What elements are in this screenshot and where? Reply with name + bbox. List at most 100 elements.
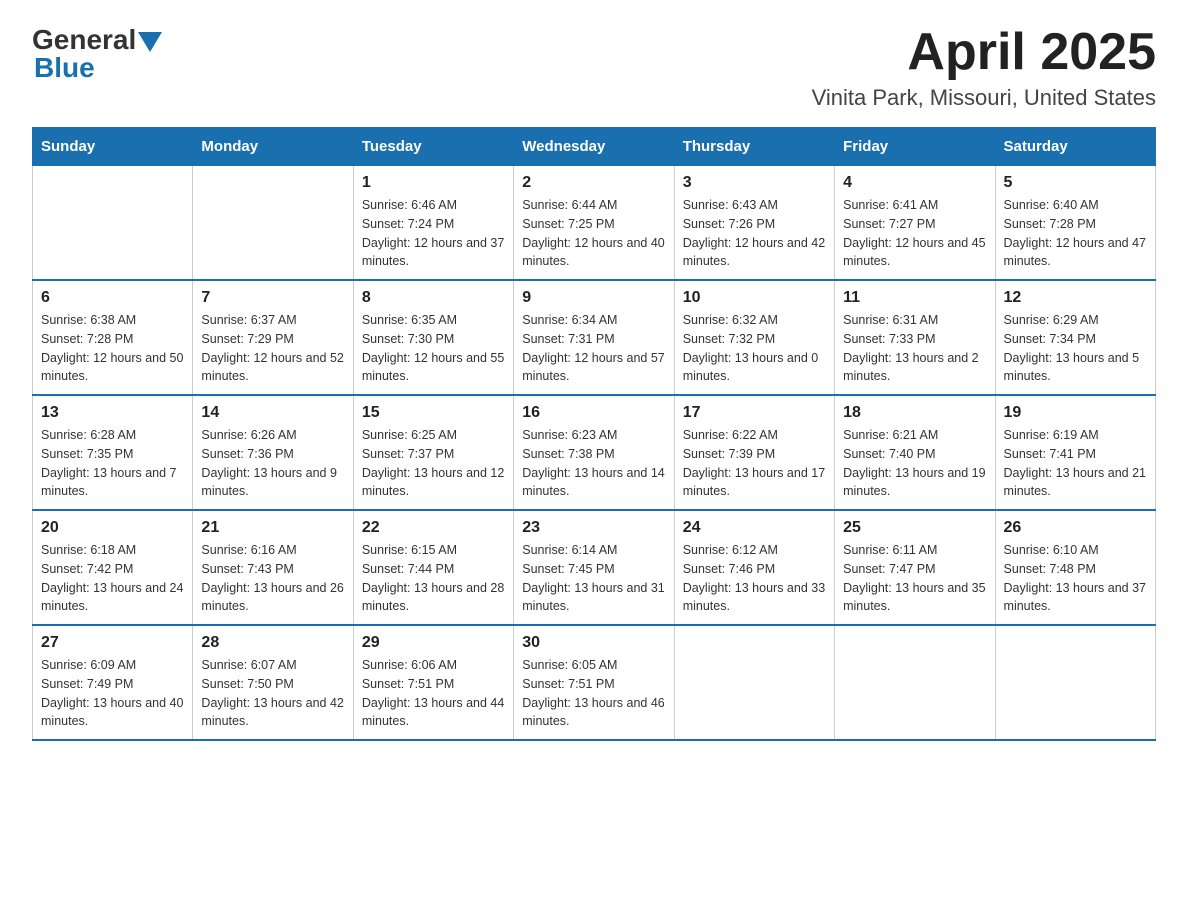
calendar-day-cell: 4Sunrise: 6:41 AMSunset: 7:27 PMDaylight… [835, 166, 995, 281]
calendar-dow-header: Thursday [674, 128, 834, 166]
day-number: 10 [683, 289, 826, 307]
logo-triangle-icon [138, 32, 162, 52]
calendar-dow-header: Saturday [995, 128, 1155, 166]
sunrise-text: Sunrise: 6:21 AM [843, 426, 986, 445]
sunset-text: Sunset: 7:43 PM [201, 560, 344, 579]
calendar-week-row: 13Sunrise: 6:28 AMSunset: 7:35 PMDayligh… [33, 395, 1156, 510]
sunset-text: Sunset: 7:42 PM [41, 560, 184, 579]
calendar-week-row: 27Sunrise: 6:09 AMSunset: 7:49 PMDayligh… [33, 625, 1156, 740]
sunrise-text: Sunrise: 6:16 AM [201, 541, 344, 560]
calendar-day-cell: 20 Sunrise: 6:18 AMSunset: 7:42 PMDayligh… [33, 510, 193, 625]
sunrise-text: Sunrise: 6:23 AM [522, 426, 665, 445]
sunset-text: Sunset: 7:36 PM [201, 445, 344, 464]
day-number: 11 [843, 289, 986, 307]
calendar-table: SundayMondayTuesdayWednesdayThursdayFrid… [32, 127, 1156, 741]
calendar-day-cell: 29Sunrise: 6:06 AMSunset: 7:51 PMDayligh… [353, 625, 513, 740]
calendar-week-row: 6Sunrise: 6:38 AMSunset: 7:28 PMDaylight… [33, 280, 1156, 395]
daylight-text: Daylight: 13 hours and 7 minutes. [41, 464, 184, 502]
daylight-text: Daylight: 12 hours and 45 minutes. [843, 234, 986, 272]
sunset-text: Sunset: 7:41 PM [1004, 445, 1147, 464]
calendar-day-cell [835, 625, 995, 740]
daylight-text: Daylight: 13 hours and 28 minutes. [362, 579, 505, 617]
sunrise-text: Sunrise: 6:07 AM [201, 656, 344, 675]
daylight-text: Daylight: 13 hours and 2 minutes. [843, 349, 986, 387]
sunrise-text: Sunrise: 6:28 AM [41, 426, 184, 445]
title-block: April 2025 Vinita Park, Missouri, United… [812, 24, 1156, 111]
sunset-text: Sunset: 7:38 PM [522, 445, 665, 464]
calendar-day-cell: 17Sunrise: 6:22 AMSunset: 7:39 PMDayligh… [674, 395, 834, 510]
calendar-day-cell: 3 Sunrise: 6:43 AMSunset: 7:26 PMDaylight… [674, 166, 834, 281]
sunset-text: Sunset: 7:30 PM [362, 330, 505, 349]
calendar-day-cell [995, 625, 1155, 740]
sunrise-text: Sunrise: 6:18 AM [41, 541, 184, 560]
day-info: Sunrise: 6:18 AMSunset: 7:42 PMDaylight:… [41, 541, 184, 616]
day-info: Sunrise: 6:38 AMSunset: 7:28 PMDaylight:… [41, 311, 184, 386]
sunrise-text: Sunrise: 6:05 AM [522, 656, 665, 675]
sunrise-text: Sunrise: 6:12 AM [683, 541, 826, 560]
calendar-day-cell: 26Sunrise: 6:10 AMSunset: 7:48 PMDayligh… [995, 510, 1155, 625]
sunset-text: Sunset: 7:40 PM [843, 445, 986, 464]
sunrise-text: Sunrise: 6:43 AM [683, 196, 826, 215]
daylight-text: Daylight: 13 hours and 46 minutes. [522, 694, 665, 732]
calendar-header-row: SundayMondayTuesdayWednesdayThursdayFrid… [33, 128, 1156, 166]
day-number: 21 [201, 519, 344, 537]
day-number: 3 [683, 174, 826, 192]
sunrise-text: Sunrise: 6:32 AM [683, 311, 826, 330]
calendar-dow-header: Monday [193, 128, 353, 166]
day-info: Sunrise: 6:32 AMSunset: 7:32 PMDaylight:… [683, 311, 826, 386]
day-info: Sunrise: 6:43 AMSunset: 7:26 PMDaylight:… [683, 196, 826, 271]
day-number: 7 [201, 289, 344, 307]
daylight-text: Daylight: 12 hours and 37 minutes. [362, 234, 505, 272]
daylight-text: Daylight: 13 hours and 17 minutes. [683, 464, 826, 502]
day-number: 20 [41, 519, 184, 537]
calendar-day-cell: 18Sunrise: 6:21 AMSunset: 7:40 PMDayligh… [835, 395, 995, 510]
day-number: 12 [1004, 289, 1147, 307]
sunrise-text: Sunrise: 6:22 AM [683, 426, 826, 445]
calendar-day-cell: 11Sunrise: 6:31 AMSunset: 7:33 PMDayligh… [835, 280, 995, 395]
day-number: 19 [1004, 404, 1147, 422]
day-info: Sunrise: 6:06 AMSunset: 7:51 PMDaylight:… [362, 656, 505, 731]
day-info: Sunrise: 6:46 AMSunset: 7:24 PMDaylight:… [362, 196, 505, 271]
daylight-text: Daylight: 13 hours and 44 minutes. [362, 694, 505, 732]
daylight-text: Daylight: 13 hours and 42 minutes. [201, 694, 344, 732]
sunset-text: Sunset: 7:51 PM [362, 675, 505, 694]
daylight-text: Daylight: 13 hours and 5 minutes. [1004, 349, 1147, 387]
day-info: Sunrise: 6:34 AMSunset: 7:31 PMDaylight:… [522, 311, 665, 386]
daylight-text: Daylight: 13 hours and 40 minutes. [41, 694, 184, 732]
sunset-text: Sunset: 7:27 PM [843, 215, 986, 234]
day-number: 17 [683, 404, 826, 422]
sunset-text: Sunset: 7:47 PM [843, 560, 986, 579]
calendar-day-cell: 2Sunrise: 6:44 AMSunset: 7:25 PMDaylight… [514, 166, 674, 281]
calendar-week-row: 1 Sunrise: 6:46 AMSunset: 7:24 PMDaylight… [33, 166, 1156, 281]
calendar-day-cell: 5Sunrise: 6:40 AMSunset: 7:28 PMDaylight… [995, 166, 1155, 281]
sunset-text: Sunset: 7:49 PM [41, 675, 184, 694]
logo: General Blue [32, 24, 162, 84]
sunrise-text: Sunrise: 6:46 AM [362, 196, 505, 215]
day-info: Sunrise: 6:25 AMSunset: 7:37 PMDaylight:… [362, 426, 505, 501]
daylight-text: Daylight: 13 hours and 26 minutes. [201, 579, 344, 617]
calendar-day-cell: 23Sunrise: 6:14 AMSunset: 7:45 PMDayligh… [514, 510, 674, 625]
daylight-text: Daylight: 12 hours and 55 minutes. [362, 349, 505, 387]
day-number: 9 [522, 289, 665, 307]
calendar-day-cell: 27Sunrise: 6:09 AMSunset: 7:49 PMDayligh… [33, 625, 193, 740]
calendar-day-cell: 19 Sunrise: 6:19 AMSunset: 7:41 PMDayligh… [995, 395, 1155, 510]
calendar-day-cell: 22Sunrise: 6:15 AMSunset: 7:44 PMDayligh… [353, 510, 513, 625]
calendar-dow-header: Wednesday [514, 128, 674, 166]
daylight-text: Daylight: 13 hours and 24 minutes. [41, 579, 184, 617]
calendar-day-cell: 24Sunrise: 6:12 AMSunset: 7:46 PMDayligh… [674, 510, 834, 625]
day-number: 22 [362, 519, 505, 537]
day-number: 5 [1004, 174, 1147, 192]
sunrise-text: Sunrise: 6:35 AM [362, 311, 505, 330]
day-info: Sunrise: 6:37 AMSunset: 7:29 PMDaylight:… [201, 311, 344, 386]
sunset-text: Sunset: 7:26 PM [683, 215, 826, 234]
daylight-text: Daylight: 12 hours and 57 minutes. [522, 349, 665, 387]
day-number: 2 [522, 174, 665, 192]
sunrise-text: Sunrise: 6:25 AM [362, 426, 505, 445]
sunset-text: Sunset: 7:28 PM [41, 330, 184, 349]
day-info: Sunrise: 6:19 AMSunset: 7:41 PMDaylight:… [1004, 426, 1147, 501]
sunrise-text: Sunrise: 6:06 AM [362, 656, 505, 675]
calendar-day-cell: 21 Sunrise: 6:16 AMSunset: 7:43 PMDayligh… [193, 510, 353, 625]
calendar-day-cell: 1 Sunrise: 6:46 AMSunset: 7:24 PMDaylight… [353, 166, 513, 281]
sunset-text: Sunset: 7:44 PM [362, 560, 505, 579]
day-number: 1 [362, 174, 505, 192]
